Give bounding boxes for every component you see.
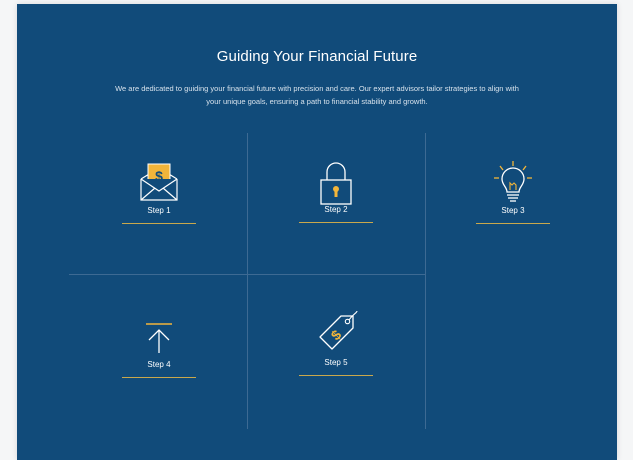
step-1-card[interactable]: $ Step 1 <box>104 162 214 224</box>
step-4-card[interactable]: Step 4 <box>104 322 214 378</box>
section-title: Guiding Your Financial Future <box>216 48 418 65</box>
step-underline <box>122 223 196 224</box>
lightbulb-icon <box>458 160 568 206</box>
step-underline <box>122 377 196 378</box>
financial-steps-section: Guiding Your Financial Future We are ded… <box>17 4 617 460</box>
step-label: Step 2 <box>324 205 348 214</box>
step-underline <box>299 222 373 223</box>
grid-divider <box>247 133 248 429</box>
step-underline <box>299 375 373 376</box>
step-label: Step 3 <box>501 206 525 215</box>
section-description: We are dedicated to guiding your financi… <box>115 84 519 106</box>
grid-divider <box>69 274 425 275</box>
step-5-card[interactable]: $ Step 5 <box>281 310 391 376</box>
padlock-icon <box>281 161 391 205</box>
upload-arrow-icon <box>104 322 214 354</box>
step-label: Step 4 <box>147 360 171 369</box>
price-tag-dollar-icon: $ <box>281 310 391 356</box>
step-2-card[interactable]: Step 2 <box>281 161 391 223</box>
svg-text:$: $ <box>328 326 345 343</box>
envelope-dollar-icon: $ <box>104 162 214 202</box>
step-underline <box>476 223 550 224</box>
grid-divider <box>425 133 426 429</box>
step-label: Step 5 <box>324 358 348 367</box>
step-label: Step 1 <box>147 206 171 215</box>
step-3-card[interactable]: Step 3 <box>458 160 568 224</box>
